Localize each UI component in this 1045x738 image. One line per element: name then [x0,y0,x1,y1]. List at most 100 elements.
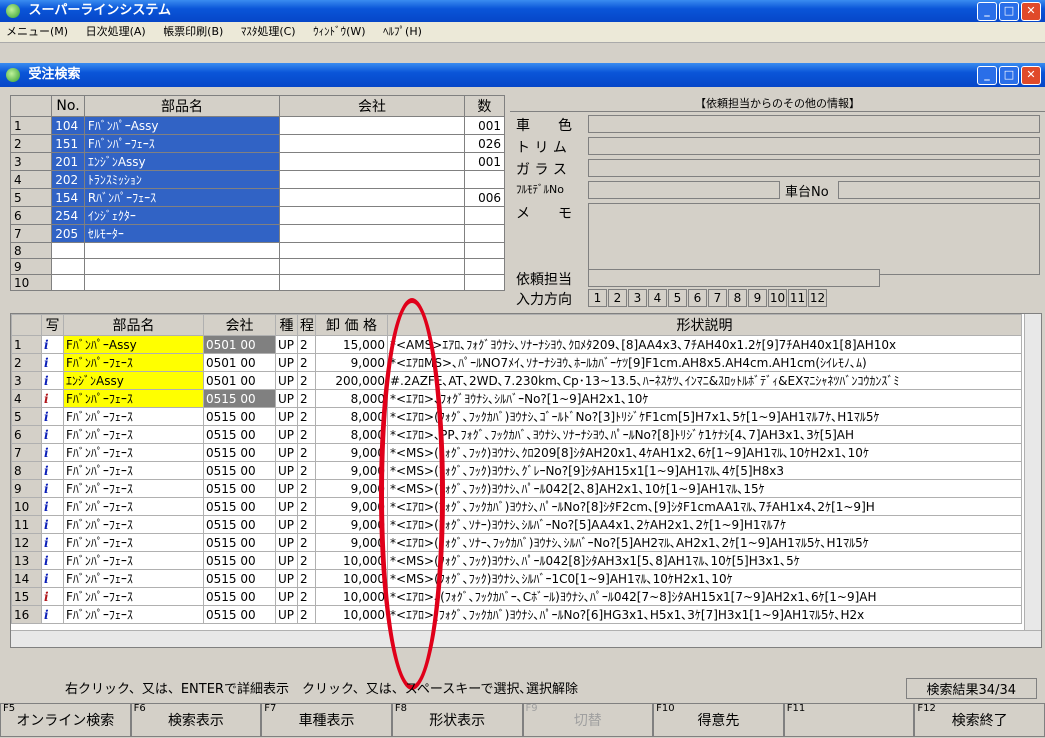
result-row[interactable]: 16 i Fﾊﾞﾝﾊﾟｰﾌｪｰｽ 0515 00 UP 2 10,000 *<ｴｱﾛ>(ﾌｫｸ… [11,605,1022,624]
result-row[interactable]: 7 i Fﾊﾞﾝﾊﾟｰﾌｪｰｽ 0515 00 UP 2 9,000 *<MS>(ﾌｫｸﾞ､ﾌ… [11,443,1022,462]
parts-row[interactable]: 4 202 ﾄﾗﾝｽﾐｯｼｮﾝ [9,170,506,189]
direction-button[interactable]: 1 [588,289,607,307]
child-close-button[interactable]: ✕ [1021,66,1041,85]
part-no [51,242,85,259]
close-button[interactable]: ✕ [1021,2,1041,21]
result-row[interactable]: 4 i Fﾊﾞﾝﾊﾟｰﾌｪｰｽ 0515 00 UP 2 8,000 *<ｴｱﾛ>､ﾌｫｸﾞﾖ… [11,389,1022,408]
parts-row[interactable]: 5 154 Rﾊﾞﾝﾊﾟｰﾌｪｰｽ 006 [9,188,506,207]
result-row[interactable]: 12 i Fﾊﾞﾝﾊﾟｰﾌｪｰｽ 0515 00 UP 2 9,000 *<ｴｱﾛ>(ﾌｫｸﾞ… [11,533,1022,552]
direction-button[interactable]: 9 [748,289,767,307]
info-icon[interactable]: i [41,407,64,426]
info-icon[interactable]: i [41,479,64,498]
result-row[interactable]: 6 i Fﾊﾞﾝﾊﾟｰﾌｪｰｽ 0515 00 UP 2 8,000 *<ｴｱﾛ>､PP､ﾌｫ… [11,425,1022,444]
horizontal-scrollbar[interactable] [11,630,1041,647]
color-field[interactable] [588,115,1040,133]
trim-field[interactable] [588,137,1040,155]
result-row[interactable]: 10 i Fﾊﾞﾝﾊﾟｰﾌｪｰｽ 0515 00 UP 2 9,000 *<ｴｱﾛ>(ﾌｫｸﾞ… [11,497,1022,516]
memo-field[interactable] [588,203,1040,275]
requester-field[interactable] [588,269,880,287]
direction-button[interactable]: 11 [788,289,807,307]
fkey-f9-button[interactable]: F9 切替 [522,703,654,737]
result-row[interactable]: 15 i Fﾊﾞﾝﾊﾟｰﾌｪｰｽ 0515 00 UP 2 10,000 *<ｴｱﾛ>､(ﾌｫ… [11,587,1022,606]
child-minimize-button[interactable]: _ [977,66,997,85]
parts-row[interactable]: 2 151 Fﾊﾞﾝﾊﾟｰﾌｪｰｽ 026 [9,134,506,153]
info-icon[interactable]: i [41,389,64,408]
result-row[interactable]: 13 i Fﾊﾞﾝﾊﾟｰﾌｪｰｽ 0515 00 UP 2 10,000 *<MS>(ﾌｫｸﾞ… [11,551,1022,570]
direction-button[interactable]: 10 [768,289,787,307]
parts-row[interactable]: 3 201 ｴﾝｼﾞﾝAssy 001 [9,152,506,171]
info-icon[interactable]: i [41,569,64,588]
fkey-text: 検索終了 [951,713,1008,729]
direction-button[interactable]: 5 [668,289,687,307]
glass-field[interactable] [588,159,1040,177]
result-row[interactable]: 9 i Fﾊﾞﾝﾊﾟｰﾌｪｰｽ 0515 00 UP 2 9,000 *<MS>(ﾌｫｸﾞ､ﾌ… [11,479,1022,498]
chassis-field[interactable] [838,181,1040,199]
row-number: 1 [9,116,53,135]
parts-row[interactable]: 1 104 FﾊﾞﾝﾊﾟｰAssy 001 [9,116,506,135]
direction-button[interactable]: 12 [808,289,827,307]
info-icon[interactable]: i [41,443,64,462]
fkey-label: F11 [786,703,806,714]
fkey-f8-button[interactable]: F8 形状表示 [391,703,523,737]
fkey-f11-button[interactable]: F11 [783,703,915,737]
fkey-f6-button[interactable]: F6 検索表示 [130,703,262,737]
menu-item-print[interactable]: 帳票印刷(B) [163,25,223,38]
grid-step: 2 [297,335,316,354]
grid-shape-desc: *<ｴｱﾛ>､ﾌｫｸﾞﾖｳﾅｼ､ｼﾙﾊﾞｰNo?[1~9]AH2x1､10ｹ [387,389,1022,408]
info-icon[interactable]: i [41,497,64,516]
info-icon[interactable]: i [41,533,64,552]
col-price: 卸 価 格 [315,314,388,336]
minimize-button[interactable]: _ [977,2,997,21]
menu-item-menu[interactable]: メニュー(M) [6,25,68,38]
result-row[interactable]: 5 i Fﾊﾞﾝﾊﾟｰﾌｪｰｽ 0515 00 UP 2 8,000 *<ｴｱﾛ>(ﾌｫｸﾞ､… [11,407,1022,426]
info-icon[interactable]: i [41,335,64,354]
fkey-f5-button[interactable]: F5 オンライン検索 [0,703,131,737]
direction-button[interactable]: 3 [628,289,647,307]
info-icon[interactable]: i [41,461,64,480]
child-maximize-button[interactable]: □ [999,66,1019,85]
grid-step: 2 [297,497,316,516]
info-icon[interactable]: i [41,371,64,390]
grid-part-name: Fﾊﾞﾝﾊﾟｰﾌｪｰｽ [63,587,204,606]
direction-buttons: 1 2 3 4 5 6 7 8 9 10 11 12 [588,289,828,307]
direction-button[interactable]: 2 [608,289,627,307]
menu-item-master[interactable]: ﾏｽﾀ処理(C) [241,25,296,38]
parts-row[interactable]: 10 [9,274,506,291]
result-row[interactable]: 3 i ｴﾝｼﾞﾝAssy 0501 00 UP 2 200,000 #.2AZFE､AT､2… [11,371,1022,390]
result-row[interactable]: 1 i FﾊﾞﾝﾊﾟｰAssy 0501 00 UP 2 15,000 *<AMS>ｴｱﾛ､ﾌ… [11,335,1022,354]
result-row[interactable]: 11 i Fﾊﾞﾝﾊﾟｰﾌｪｰｽ 0515 00 UP 2 9,000 *<ｴｱﾛ>(ﾌｫｸﾞ… [11,515,1022,534]
fkey-f10-button[interactable]: F10 得意先 [653,703,784,737]
direction-button[interactable]: 8 [728,289,747,307]
menu-item-help[interactable]: ﾍﾙﾌﾟ(H) [383,25,422,38]
info-icon[interactable]: i [41,515,64,534]
fkey-label: F12 [917,703,936,714]
result-row[interactable]: 14 i Fﾊﾞﾝﾊﾟｰﾌｪｰｽ 0515 00 UP 2 10,000 *<MS>(ﾌｫｸﾞ… [11,569,1022,588]
direction-button[interactable]: 4 [648,289,667,307]
parts-row[interactable]: 8 [9,242,506,259]
fkey-text: 得意先 [697,713,740,729]
fkey-f7-button[interactable]: F7 車種表示 [261,703,392,737]
maximize-button[interactable]: □ [999,2,1019,21]
info-icon[interactable]: i [41,353,64,372]
col-photo: 写 [41,314,64,336]
info-icon[interactable]: i [41,587,64,606]
result-row[interactable]: 8 i Fﾊﾞﾝﾊﾟｰﾌｪｰｽ 0515 00 UP 2 9,000 *<MS>(ﾌｫｸﾞ､ﾌ… [11,461,1022,480]
parts-row[interactable]: 7 205 ｾﾙﾓｰﾀｰ [9,224,506,243]
grid-price: 9,000 [315,461,388,480]
fkey-f12-button[interactable]: F12 検索終了 [914,703,1045,737]
direction-button[interactable]: 6 [688,289,707,307]
result-row[interactable]: 2 i Fﾊﾞﾝﾊﾟｰﾌｪｰｽ 0501 00 UP 2 9,000 *<ｴｱﾛMS>､ﾊﾟｰ… [11,353,1022,372]
menu-item-window[interactable]: ｳｨﾝﾄﾞｳ(W) [313,25,365,38]
parts-row[interactable]: 6 254 ｲﾝｼﾞｪｸﾀｰ [9,206,506,225]
grid-company: 0515 00 [203,551,276,570]
info-icon[interactable]: i [41,605,64,624]
direction-button[interactable]: 7 [708,289,727,307]
grid-part-name: Fﾊﾞﾝﾊﾟｰﾌｪｰｽ [63,425,204,444]
vertical-scrollbar[interactable] [1024,314,1041,631]
fullmodel-field[interactable] [588,181,780,199]
info-icon[interactable]: i [41,551,64,570]
parts-row[interactable]: 9 [9,258,506,275]
info-icon[interactable]: i [41,425,64,444]
menu-item-daily[interactable]: 日次処理(A) [86,25,146,38]
color-label: 車 色 [516,118,572,134]
